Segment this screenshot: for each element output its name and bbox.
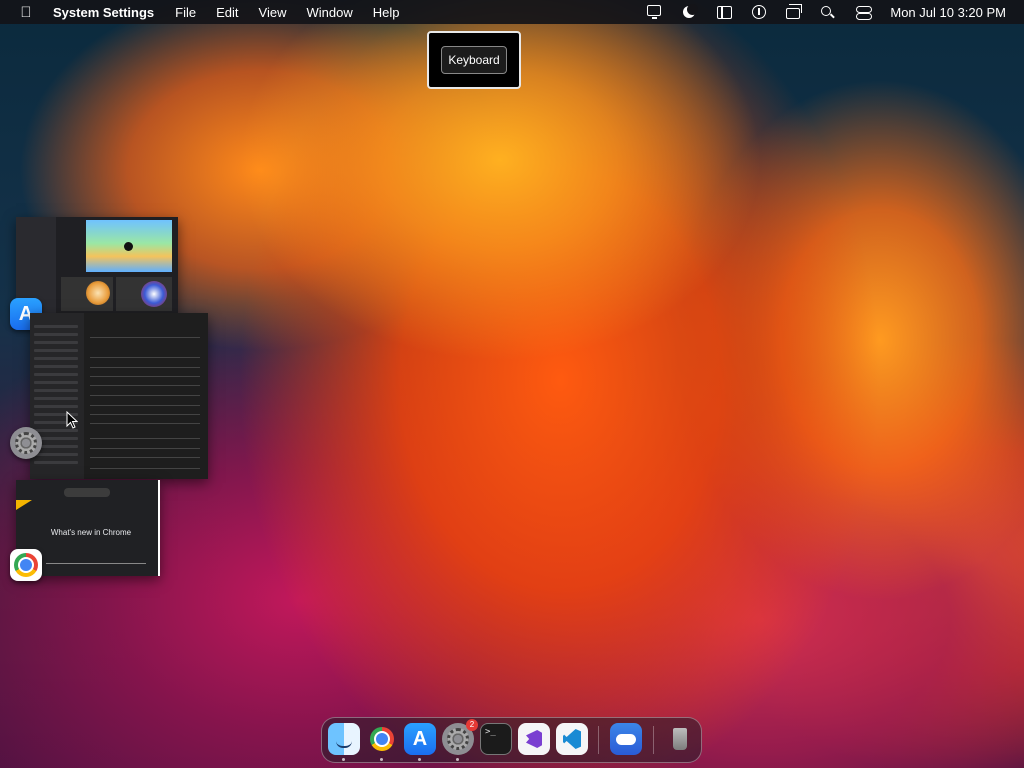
app-store-glyph: A <box>412 728 428 750</box>
terminal-prompt-glyph: >_ <box>485 727 496 737</box>
menu-app-name[interactable]: System Settings <box>53 5 154 20</box>
gear-icon <box>15 432 37 454</box>
menu-bar:  System Settings File Edit View Window … <box>0 0 1024 24</box>
keyboard-hud: Keyboard <box>427 31 521 89</box>
thumbnail-divider <box>90 405 200 406</box>
system-settings-icon[interactable]: 2 <box>442 719 478 755</box>
window-tiling-icon[interactable] <box>786 4 803 19</box>
mouse-cursor-icon <box>66 411 78 429</box>
thumbnail-hero-artwork <box>86 220 172 272</box>
thumbnail-divider <box>90 468 200 469</box>
apple-menu-icon[interactable]:  <box>17 4 35 21</box>
thumbnail-sidebar-row <box>34 461 78 464</box>
thumbnail-card-artwork <box>86 281 110 305</box>
menu-bar-clock[interactable]: Mon Jul 10 3:20 PM <box>890 5 1006 20</box>
focus-moon-icon[interactable] <box>681 4 699 19</box>
menu-window[interactable]: Window <box>306 5 352 20</box>
thumbnail-sidebar-row <box>34 405 78 408</box>
thumbnail-divider <box>90 414 200 415</box>
chrome-icon[interactable] <box>10 549 42 581</box>
thumbnail-sidebar-row <box>34 373 78 376</box>
thumbnail-divider <box>90 337 200 338</box>
dock: A 2 >_ <box>321 717 702 763</box>
thumbnail-decoration <box>16 500 32 510</box>
thumbnail-sidebar-row <box>34 341 78 344</box>
display-icon[interactable] <box>647 5 662 19</box>
app-store-icon[interactable]: A <box>404 723 436 755</box>
menu-help[interactable]: Help <box>373 5 400 20</box>
control-center-icon[interactable] <box>856 5 873 20</box>
thumbnail-pill <box>64 488 110 497</box>
thumbnail-divider <box>90 385 200 386</box>
running-indicator <box>342 758 345 761</box>
chrome-logo <box>370 727 394 751</box>
running-indicator <box>418 758 421 761</box>
chrome-logo <box>14 553 38 577</box>
thumbnail-sidebar-row <box>34 389 78 392</box>
thumbnail-divider <box>90 357 200 358</box>
vscode-icon[interactable] <box>556 723 588 755</box>
thumbnail-sidebar-row <box>34 357 78 360</box>
thumbnail-sidebar-row <box>34 381 78 384</box>
running-indicator <box>380 758 383 761</box>
menu-edit[interactable]: Edit <box>216 5 238 20</box>
dock-separator <box>598 726 599 754</box>
menu-file[interactable]: File <box>175 5 196 20</box>
trash-icon[interactable] <box>664 723 696 755</box>
thumbnail-sidebar-row <box>34 453 78 456</box>
thumbnail-sidebar-row <box>34 333 78 336</box>
thumbnail-divider <box>90 367 200 368</box>
thumbnail-divider <box>90 395 200 396</box>
menu-bar-status-area: Mon Jul 10 3:20 PM <box>627 0 1006 24</box>
thumbnail-divider <box>90 438 200 439</box>
finder-icon[interactable] <box>328 723 360 755</box>
thumbnail-sidebar-row <box>34 365 78 368</box>
keyboard-hud-label[interactable]: Keyboard <box>441 46 507 74</box>
stage-thumbnail-system-settings[interactable] <box>30 313 208 479</box>
thumbnail-divider <box>90 423 200 424</box>
thumbnail-divider <box>90 376 200 377</box>
spotlight-search-icon[interactable] <box>820 5 836 19</box>
running-indicator <box>456 758 459 761</box>
thumbnail-sidebar-row <box>34 349 78 352</box>
dock-separator <box>653 726 654 754</box>
thumbnail-divider <box>90 448 200 449</box>
visual-studio-icon[interactable] <box>518 723 550 755</box>
thumbnail-divider <box>46 563 146 564</box>
notification-badge: 2 <box>466 719 478 731</box>
thumbnail-sidebar-row <box>34 397 78 400</box>
system-settings-icon[interactable] <box>10 427 42 459</box>
chrome-preview-title: What's new in Chrome <box>50 528 132 537</box>
thumbnail-card-artwork <box>141 281 167 307</box>
gear-icon <box>447 728 469 750</box>
accessibility-icon[interactable] <box>752 5 767 19</box>
weather-icon[interactable] <box>610 723 642 755</box>
menu-view[interactable]: View <box>259 5 287 20</box>
chrome-icon[interactable] <box>366 723 398 755</box>
thumbnail-sidebar <box>30 313 84 479</box>
thumbnail-sidebar-row <box>34 429 78 432</box>
terminal-icon[interactable]: >_ <box>480 723 512 755</box>
stage-manager-icon[interactable] <box>717 5 733 19</box>
thumbnail-divider <box>90 457 200 458</box>
thumbnail-sidebar-row <box>34 325 78 328</box>
